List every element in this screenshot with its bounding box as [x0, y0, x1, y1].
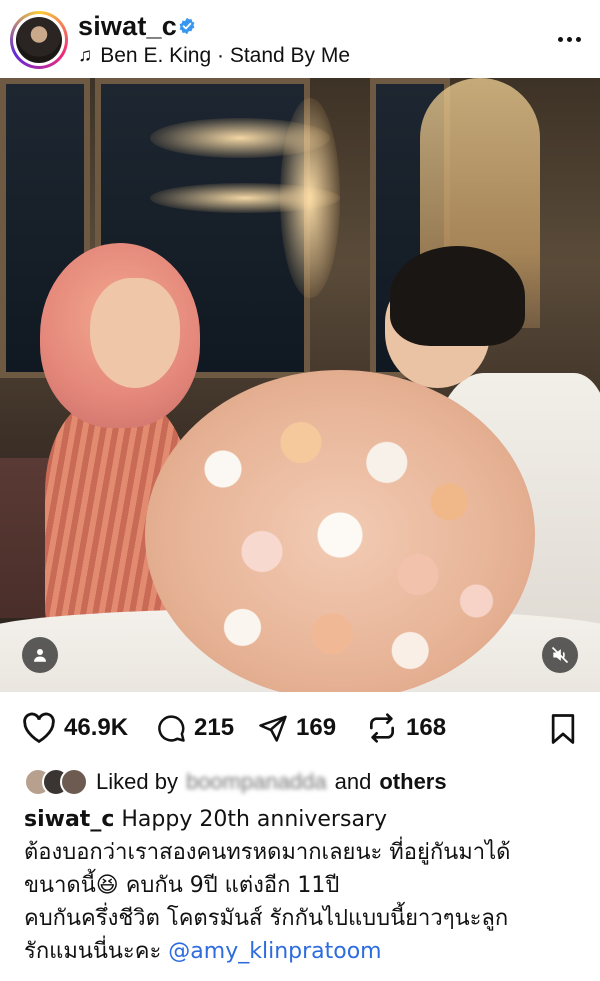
caption-line-5-text: รักแมนนี่นะคะ — [24, 939, 162, 964]
verified-badge-icon — [179, 17, 195, 35]
repost-icon — [370, 713, 394, 743]
music-track-label: Ben E. King · Stand By Me — [100, 44, 351, 67]
repost-button[interactable]: 168 — [366, 705, 446, 751]
music-track[interactable]: ♫ Ben E. King · Stand By Me — [78, 44, 350, 68]
tagged-people-icon[interactable] — [22, 637, 58, 673]
action-bar: 46.9K 215 169 168 — [0, 705, 600, 751]
caption-mention[interactable]: @amy_klinpratoom — [168, 939, 381, 964]
caption-line-3-b: คบกัน 9ปี แต่งอีก 11ปี — [118, 873, 340, 898]
caption-first-line: Happy 20th anniversary — [121, 807, 387, 832]
post-header: siwat_c ♫ Ben E. King · Stand By Me — [0, 0, 600, 78]
more-options-icon[interactable] — [556, 28, 582, 50]
audio-muted-icon[interactable] — [542, 637, 578, 673]
comment-count: 215 — [194, 714, 235, 741]
grinning-emoji: 😆 — [95, 873, 119, 898]
post-username[interactable]: siwat_c — [78, 11, 177, 42]
comment-icon — [158, 715, 185, 742]
liked-by-name[interactable]: boompanadda — [186, 769, 327, 795]
music-note-icon: ♫ — [78, 45, 93, 66]
profile-avatar[interactable] — [10, 11, 68, 69]
caption-line-4: คบกันครึ่งชีวิต โคตรมันส์ รักกันไปแบบนี้… — [24, 906, 509, 931]
liked-by-others[interactable]: others — [379, 769, 446, 795]
like-count: 46.9K — [64, 714, 129, 741]
caption-line-3-a: ขนาดนี้ — [24, 873, 96, 898]
caption-line-5: รักแมนนี่นะคะ @amy_klinpratoom — [24, 935, 584, 968]
bookmark-icon[interactable] — [548, 713, 578, 745]
caption-username[interactable]: siwat_c — [24, 807, 114, 832]
post-photo[interactable] — [0, 78, 600, 692]
caption-line-3: ขนาดนี้😆 คบกัน 9ปี แต่งอีก 11ปี — [24, 869, 584, 902]
caption-line-2: ต้องบอกว่าเราสองคนทรหดมากเลยนะ ที่อยู่กั… — [24, 840, 511, 865]
heart-icon — [23, 712, 55, 744]
liked-by-row[interactable]: Liked by boompanadda and others — [24, 765, 447, 799]
like-button[interactable]: 46.9K — [22, 705, 128, 751]
share-button[interactable]: 169 — [258, 705, 336, 751]
rose-bouquet — [145, 370, 535, 692]
caption-line-1: siwat_c Happy 20th anniversary — [24, 803, 584, 836]
liker-avatars — [24, 768, 88, 796]
post-caption: siwat_c Happy 20th anniversary ต้องบอกว่… — [24, 803, 584, 968]
liked-by-connector: and — [334, 769, 372, 794]
repost-count: 168 — [406, 714, 447, 741]
liked-by-prefix: Liked by — [96, 769, 178, 794]
comment-button[interactable]: 215 — [156, 705, 234, 751]
share-icon — [259, 715, 287, 742]
share-count: 169 — [296, 714, 337, 741]
